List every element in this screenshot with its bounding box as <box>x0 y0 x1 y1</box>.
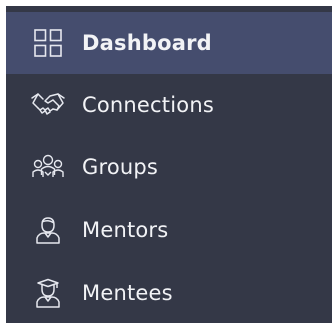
dashboard-grid-icon <box>30 25 66 61</box>
mentee-graduate-icon <box>30 275 66 311</box>
group-icon <box>30 149 66 185</box>
sidebar-item-label: Mentees <box>82 281 173 305</box>
sidebar-item-groups[interactable]: Groups <box>6 136 332 198</box>
mentor-icon <box>30 212 66 248</box>
sidebar-item-mentees[interactable]: Mentees <box>6 262 332 323</box>
sidebar-item-label: Mentors <box>82 218 169 242</box>
handshake-icon <box>30 87 66 123</box>
sidebar-item-connections[interactable]: Connections <box>6 74 332 136</box>
sidebar-item-mentors[interactable]: Mentors <box>6 199 332 261</box>
sidebar-item-dashboard[interactable]: Dashboard <box>6 12 332 74</box>
sidebar-item-label: Connections <box>82 93 214 117</box>
sidebar-item-label: Groups <box>82 155 159 179</box>
sidebar-item-label: Dashboard <box>82 31 212 55</box>
sidebar-nav: Dashboard Connections Groups Mentors Men… <box>6 6 332 323</box>
